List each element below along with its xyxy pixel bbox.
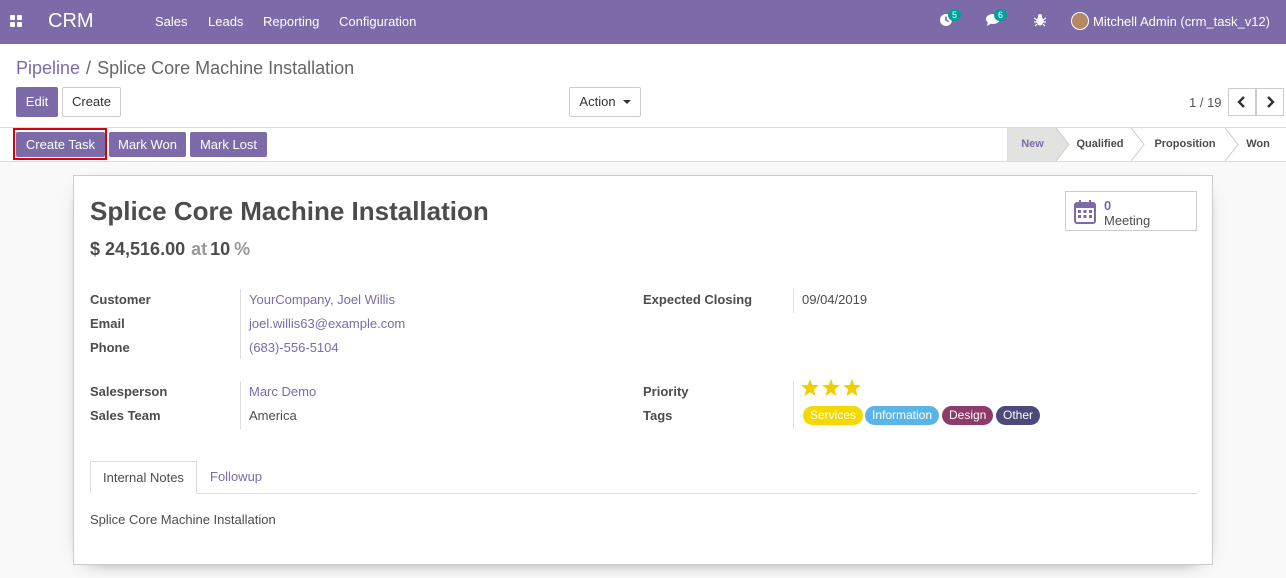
lead-title: Splice Core Machine Installation: [90, 196, 489, 226]
star-icon[interactable]: [801, 379, 819, 396]
customer-field[interactable]: YourCompany, Joel Willis: [249, 292, 395, 307]
breadcrumb-pipeline[interactable]: Pipeline: [16, 58, 80, 78]
pager-next-button[interactable]: [1256, 88, 1284, 116]
field-divider: [793, 289, 794, 313]
statusbar: Create Task Mark Won Mark Lost New Quali…: [0, 128, 1286, 162]
stage-arrow-icon: [1131, 128, 1145, 161]
menu-reporting[interactable]: Reporting: [263, 14, 319, 29]
at-label: at: [191, 239, 208, 259]
expected-closing-field[interactable]: 09/04/2019: [802, 292, 867, 307]
control-panel: Pipeline / Splice Core Machine Installatio…: [0, 44, 1286, 128]
expected-revenue: $ 24,516.00 at 10%: [90, 239, 250, 260]
create-task-button[interactable]: Create Task: [16, 132, 105, 157]
salesperson-label: Salesperson: [90, 384, 168, 399]
breadcrumb: Pipeline / Splice Core Machine Installatio…: [16, 58, 354, 79]
tab-followup[interactable]: Followup: [198, 461, 274, 494]
tag-other[interactable]: Other: [996, 406, 1041, 425]
user-menu[interactable]: Mitchell Admin (crm_task_v12): [1093, 14, 1270, 29]
top-navbar: CRM Sales Leads Reporting Configuration …: [0, 0, 1286, 44]
calendar-icon: [1074, 200, 1096, 224]
tag-design[interactable]: Design: [942, 406, 994, 425]
meeting-label: Meeting: [1104, 213, 1151, 228]
meeting-button[interactable]: 0 Meeting: [1065, 191, 1197, 231]
sales-team-label: Sales Team: [90, 408, 161, 423]
expected-closing-label: Expected Closing: [643, 292, 753, 307]
create-button[interactable]: Create: [62, 87, 121, 117]
star-icon[interactable]: [822, 379, 840, 396]
action-label: Action: [579, 94, 616, 109]
meeting-count: 0: [1104, 198, 1112, 213]
tab-internal-notes[interactable]: Internal Notes: [90, 461, 197, 494]
stage-arrow-icon: [1225, 128, 1239, 161]
breadcrumb-current: Splice Core Machine Installation: [97, 58, 355, 78]
star-icon[interactable]: [843, 379, 861, 396]
mark-won-button[interactable]: Mark Won: [109, 132, 186, 157]
sales-team-field[interactable]: America: [249, 408, 297, 423]
pager-previous-button[interactable]: [1228, 88, 1256, 116]
stage-qualified[interactable]: Qualified: [1069, 128, 1131, 161]
chat-icon[interactable]: 6: [985, 9, 1007, 29]
action-dropdown[interactable]: Action: [569, 87, 641, 117]
caret-down-icon: [622, 100, 631, 104]
percent-sign: %: [234, 239, 251, 259]
menu-configuration[interactable]: Configuration: [339, 14, 416, 29]
stage-new[interactable]: New: [1007, 128, 1057, 161]
amount-value: $ 24,516.00: [90, 239, 186, 259]
pager-value: 1 / 19: [1189, 95, 1222, 110]
priority-label: Priority: [643, 384, 689, 399]
email-field[interactable]: joel.willis63@example.com: [249, 316, 405, 331]
probability-value: 10: [210, 239, 231, 259]
internal-notes-content[interactable]: Splice Core Machine Installation: [90, 512, 276, 527]
apps-icon[interactable]: [10, 15, 22, 27]
mark-lost-button[interactable]: Mark Lost: [190, 132, 267, 157]
edit-button[interactable]: Edit: [16, 87, 58, 117]
notebook-tabs: Internal Notes Followup: [90, 461, 1197, 494]
menu-leads[interactable]: Leads: [208, 14, 243, 29]
stage-proposition[interactable]: Proposition: [1145, 128, 1225, 161]
email-label: Email: [90, 316, 125, 331]
field-divider: [240, 381, 241, 429]
phone-field[interactable]: (683)-556-5104: [249, 340, 339, 355]
tag-information[interactable]: Information: [865, 406, 940, 425]
field-divider: [240, 289, 241, 359]
phone-label: Phone: [90, 340, 130, 355]
bug-icon[interactable]: [1033, 13, 1049, 29]
chevron-left-icon: [1237, 96, 1245, 108]
tag-services[interactable]: Services: [803, 406, 864, 425]
field-divider: [793, 381, 794, 429]
menu-sales[interactable]: Sales: [155, 14, 188, 29]
chevron-right-icon: [1267, 96, 1275, 108]
salesperson-field[interactable]: Marc Demo: [249, 384, 316, 399]
stage-arrow-icon: [1056, 128, 1070, 161]
avatar[interactable]: [1071, 12, 1089, 30]
form-sheet: Splice Core Machine Installation $ 24,51…: [73, 175, 1213, 565]
app-brand[interactable]: CRM: [48, 10, 94, 33]
stage-won[interactable]: Won: [1239, 128, 1277, 161]
breadcrumb-separator: /: [86, 58, 92, 78]
message-badge: 6: [994, 9, 1007, 21]
clock-icon[interactable]: 5: [939, 9, 961, 29]
tags-label: Tags: [643, 408, 673, 423]
customer-label: Customer: [90, 292, 151, 307]
activity-badge: 5: [948, 9, 961, 21]
